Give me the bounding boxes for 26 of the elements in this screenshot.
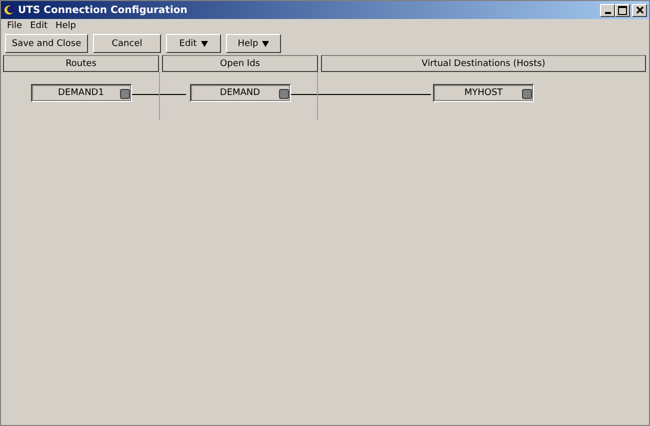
menu-item[interactable]: Edit <box>26 20 52 30</box>
maximize-button[interactable] <box>615 4 630 16</box>
diagram-node[interactable]: DEMAND <box>190 84 290 102</box>
minimize-button[interactable] <box>600 4 615 16</box>
port-handle[interactable] <box>522 89 532 99</box>
close-icon <box>636 6 644 14</box>
menu-item[interactable]: Help <box>52 20 80 30</box>
caret-icon <box>262 40 270 46</box>
toolbar-button[interactable]: Cancel <box>93 34 161 53</box>
window-title: UTS Connection Configuration <box>18 4 188 16</box>
column-header: Routes <box>3 55 159 72</box>
port-handle[interactable] <box>278 89 288 99</box>
diagram-node[interactable]: MYHOST <box>433 84 534 102</box>
caret-icon <box>200 40 208 46</box>
crescent-icon <box>3 4 15 16</box>
dropdown-button[interactable]: Edit <box>166 34 221 53</box>
column-header: Virtual Destinations (Hosts) <box>321 55 646 72</box>
column-header: Open Ids <box>162 55 318 72</box>
dropdown-button[interactable]: Help <box>226 34 281 53</box>
close-button[interactable] <box>632 4 647 16</box>
maximize-icon <box>618 6 627 14</box>
toolbar-button[interactable]: Save and Close <box>5 34 88 53</box>
port-handle[interactable] <box>120 89 130 99</box>
menu-item[interactable]: File <box>3 20 26 30</box>
diagram-node[interactable]: DEMAND1 <box>30 84 132 102</box>
connector-line <box>130 94 186 95</box>
